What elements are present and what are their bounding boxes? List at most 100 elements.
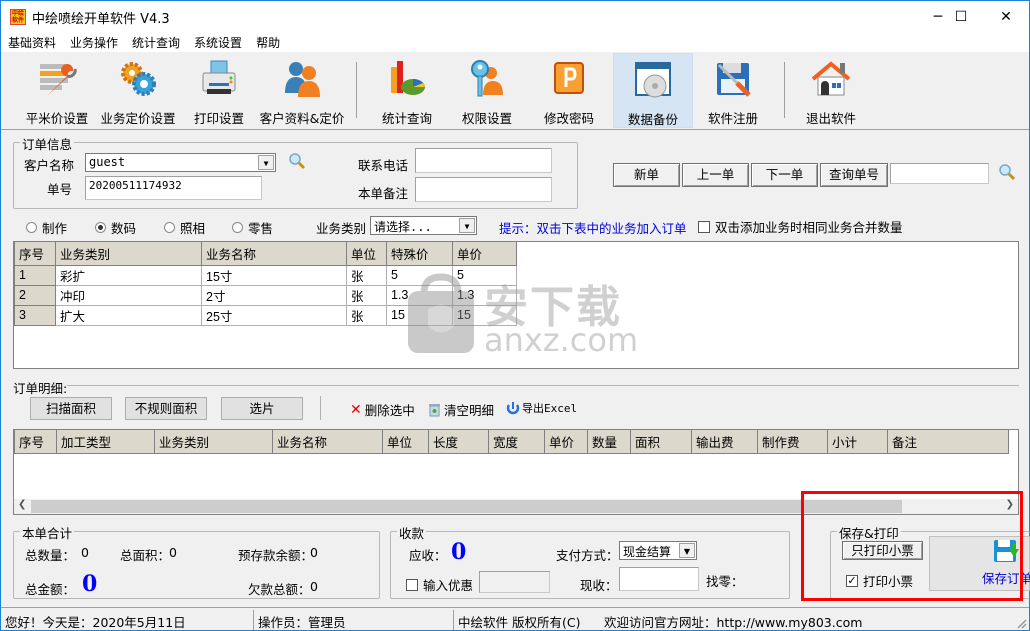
query-order-field[interactable] xyxy=(890,163,989,184)
maximize-button[interactable]: ☐ xyxy=(938,1,984,32)
radio-photo[interactable]: 照相 xyxy=(164,218,205,237)
column-header[interactable]: 小计 xyxy=(827,430,888,454)
toolbar-statistics[interactable]: 统计查询 xyxy=(375,53,439,128)
column-header[interactable]: 业务类别 xyxy=(154,430,273,454)
order-number-field[interactable]: 20200511174932 xyxy=(85,176,262,200)
menu-basic-data[interactable]: 基础资料 xyxy=(1,32,63,52)
column-header[interactable]: 数量 xyxy=(587,430,631,454)
query-search-icon[interactable] xyxy=(998,163,1016,181)
select-photo-button[interactable]: 选片 xyxy=(221,397,303,420)
column-header[interactable]: 输出费 xyxy=(691,430,758,454)
scroll-left-icon[interactable]: ❮ xyxy=(18,499,26,510)
chevron-down-icon[interactable]: ▼ xyxy=(258,155,274,170)
column-header[interactable]: 业务类别 xyxy=(55,242,202,266)
phone-label: 联系电话 xyxy=(358,158,409,173)
resize-grip-icon[interactable] xyxy=(1015,617,1027,629)
remark-field[interactable] xyxy=(415,177,552,202)
radio-label: 数码 xyxy=(111,221,137,236)
delete-selected-button[interactable]: ✕ 删除选中 xyxy=(350,400,415,419)
key-user-icon xyxy=(471,60,503,97)
discount-checkbox[interactable]: 输入优惠 xyxy=(406,575,473,594)
toolbar-business-price-settings[interactable]: 业务定价设置 xyxy=(97,53,179,128)
toolbar-permission-settings[interactable]: 权限设置 xyxy=(455,53,519,128)
checkbox-box: ✓ xyxy=(846,573,858,587)
app-window: 中绘软件 中绘喷绘开单软件 V4.3 ─ ☐ ✕ 基础资料 业务操作 统计查询 … xyxy=(0,0,1030,631)
toolbar-sqm-price-settings[interactable]: 平米价设置 xyxy=(21,53,93,128)
column-header[interactable]: 面积 xyxy=(630,430,692,454)
total-quantity-label: 总数量： xyxy=(25,548,76,563)
menu-statistics[interactable]: 统计查询 xyxy=(125,32,187,52)
toolbar-change-password[interactable]: 修改密码 xyxy=(537,53,601,128)
column-header[interactable]: 单位 xyxy=(346,242,387,266)
checkbox-label: 双击添加业务时相同业务合并数量 xyxy=(715,220,903,235)
payment-method-combo[interactable]: 现金结算 ▼ xyxy=(619,541,697,560)
new-order-button[interactable]: 新单 xyxy=(613,163,680,187)
column-header[interactable]: 制作费 xyxy=(757,430,828,454)
status-website[interactable]: 欢迎访问官方网址：http://www.my803.com xyxy=(600,610,1000,630)
save-order-button[interactable]: 保存订单 xyxy=(929,536,1030,591)
phone-field[interactable] xyxy=(415,148,552,173)
radio-production[interactable]: 制作 xyxy=(26,218,67,237)
scan-area-button[interactable]: 扫描面积 xyxy=(30,397,112,420)
toolbar-exit[interactable]: 退出软件 xyxy=(799,53,863,128)
radio-retail[interactable]: 零售 xyxy=(232,218,273,237)
received-field[interactable] xyxy=(619,567,699,591)
toolbar-data-backup[interactable]: 数据备份 xyxy=(613,53,693,128)
chevron-down-icon[interactable]: ▼ xyxy=(459,218,475,233)
menu-bar: 基础资料 业务操作 统计查询 系统设置 帮助 xyxy=(1,32,1029,52)
column-header[interactable]: 序号 xyxy=(14,242,56,266)
clear-detail-button[interactable]: 清空明细 xyxy=(428,400,494,419)
radio-label: 零售 xyxy=(248,221,274,236)
column-header[interactable]: 特殊价 xyxy=(386,242,453,266)
column-header[interactable]: 单价 xyxy=(544,430,588,454)
column-header[interactable]: 加工类型 xyxy=(56,430,155,454)
row-number: 1 xyxy=(14,264,56,286)
table-cell: 冲印 xyxy=(55,284,202,306)
chevron-down-icon[interactable]: ▼ xyxy=(679,543,695,558)
menu-system-settings[interactable]: 系统设置 xyxy=(187,32,249,52)
column-header[interactable]: 单价 xyxy=(452,242,517,266)
print-receipt-checkbox[interactable]: ✓ 打印小票 xyxy=(846,571,913,590)
scroll-right-icon[interactable]: ❯ xyxy=(1006,499,1014,510)
print-receipt-only-button[interactable]: 只打印小票 xyxy=(842,541,923,560)
column-header[interactable]: 序号 xyxy=(14,430,57,454)
close-button[interactable]: ✕ xyxy=(983,1,1029,32)
horizontal-scrollbar[interactable]: ❮ ❯ xyxy=(14,499,1018,514)
menu-business-ops[interactable]: 业务操作 xyxy=(63,32,125,52)
table-row[interactable]: 2 冲印 2寸 张 1.3 1.3 xyxy=(14,284,517,306)
menu-help[interactable]: 帮助 xyxy=(249,32,287,52)
toolbar-software-register[interactable]: 软件注册 xyxy=(701,53,765,128)
group-title: 保存&打印 xyxy=(837,523,901,542)
business-category-label: 业务类别 xyxy=(316,221,367,236)
merge-quantity-checkbox[interactable]: 双击添加业务时相同业务合并数量 xyxy=(698,217,903,236)
table-cell: 1.3 xyxy=(452,284,517,306)
column-header[interactable]: 单位 xyxy=(382,430,429,454)
maximize-icon: ☐ xyxy=(954,8,968,25)
query-order-button[interactable]: 查询单号 xyxy=(820,163,888,187)
radio-digital[interactable]: 数码 xyxy=(95,218,136,237)
column-header[interactable]: 宽度 xyxy=(488,430,545,454)
customer-name-value: guest xyxy=(89,155,126,169)
business-category-combo[interactable]: 请选择... ▼ xyxy=(370,216,477,235)
table-row[interactable]: 3 扩大 25寸 张 15 15 xyxy=(14,304,517,326)
checkbox-box xyxy=(698,220,710,233)
column-header[interactable]: 备注 xyxy=(887,430,1009,454)
irregular-area-button[interactable]: 不规则面积 xyxy=(125,397,207,420)
next-order-button[interactable]: 下一单 xyxy=(751,163,818,187)
order-detail-grid: 序号 加工类型 业务类别 业务名称 单位 长度 宽度 单价 数量 面积 输出费 … xyxy=(14,430,1009,454)
scrollbar-thumb[interactable] xyxy=(31,500,902,513)
column-header[interactable]: 长度 xyxy=(428,430,489,454)
house-icon xyxy=(811,61,851,96)
total-debt-label: 欠款总额： xyxy=(248,582,311,597)
toolbar-label: 平米价设置 xyxy=(25,111,89,126)
toolbar-customer-data[interactable]: 客户资料&定价 xyxy=(257,53,347,128)
column-header[interactable]: 业务名称 xyxy=(201,242,347,266)
toolbar-print-settings[interactable]: 打印设置 xyxy=(187,53,251,128)
discount-field[interactable] xyxy=(479,571,550,593)
customer-name-combo[interactable]: guest ▼ xyxy=(85,153,276,172)
table-row[interactable]: 1 彩扩 15寸 张 5 5 xyxy=(14,264,517,286)
export-excel-button[interactable]: 导出Excel xyxy=(506,400,577,416)
customer-search-icon[interactable] xyxy=(288,152,306,170)
previous-order-button[interactable]: 上一单 xyxy=(682,163,749,187)
column-header[interactable]: 业务名称 xyxy=(272,430,383,454)
